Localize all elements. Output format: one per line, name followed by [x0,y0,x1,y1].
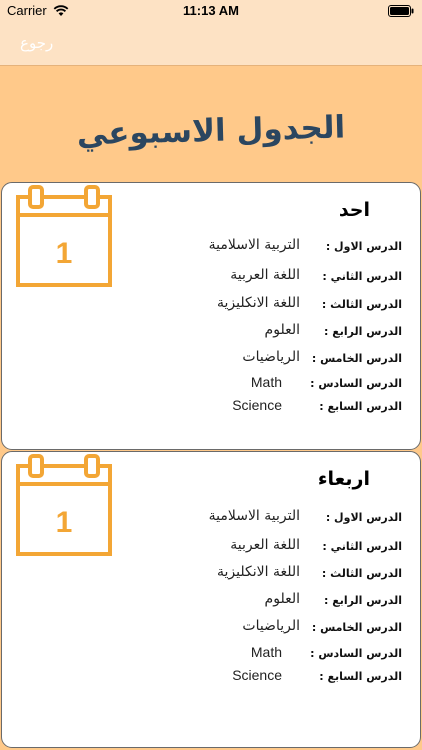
lesson-subject: التربية الاسلامية [208,237,300,253]
lesson-label: الدرس الاول : [325,511,402,524]
lesson-row: الدرس الرابع : العلوم [2,322,422,342]
lesson-label: الدرس الخامس : [311,352,402,365]
lesson-label: الدرس السابع : [319,400,402,413]
navigation-bar: رجوع [0,22,422,66]
page-title: الجدول الاسبوعي [76,109,346,153]
status-bar: Carrier 11:13 AM [0,0,422,22]
lesson-subject: الرياضيات [242,349,300,365]
lesson-subject: Science [232,667,282,683]
lesson-label: الدرس الرابع : [324,594,402,607]
lesson-label: الدرس الاول : [325,240,402,253]
lesson-row: الدرس الخامس : الرياضيات [2,618,422,638]
lesson-subject: اللغة العربية [230,537,300,553]
lesson-row: الدرس الثاني : اللغة العربية [2,267,422,287]
lesson-subject: الرياضيات [242,618,300,634]
lesson-subject: Science [232,397,282,413]
lesson-row: الدرس الاول : التربية الاسلامية [2,237,422,257]
lesson-label: الدرس الثالث : [321,567,402,580]
lesson-subject: Math [250,374,282,390]
clock: 11:13 AM [183,3,239,18]
lesson-row: الدرس الثاني : اللغة العربية [2,537,422,557]
lesson-row: الدرس السادس : Math [2,374,422,394]
day-name: احد [338,199,370,221]
lesson-row: الدرس الثالث : اللغة الانكليزية [2,564,422,584]
lesson-subject: اللغة الانكليزية [217,295,300,311]
lesson-label: الدرس الرابع : [324,325,402,338]
day-card-wednesday[interactable]: 1 اربعاء الدرس الاول : التربية الاسلامية… [1,451,421,748]
lesson-label: الدرس السادس : [310,377,402,390]
lesson-label: الدرس الثاني : [322,270,402,283]
lesson-row: الدرس الرابع : العلوم [2,591,422,611]
lesson-subject: اللغة الانكليزية [217,564,300,580]
lesson-subject: اللغة العربية [230,267,300,283]
lesson-label: الدرس السابع : [319,670,402,683]
back-button[interactable]: رجوع [20,34,53,52]
day-card-sunday[interactable]: 1 احد الدرس الاول : التربية الاسلامية ال… [1,182,421,450]
lesson-row: الدرس السابع : Science [2,667,422,687]
lesson-row: الدرس الثالث : اللغة الانكليزية [2,295,422,315]
lesson-label: الدرس الخامس : [311,621,402,634]
lesson-subject: Math [250,644,282,660]
lesson-row: الدرس الاول : التربية الاسلامية [2,508,422,528]
lesson-label: الدرس الثالث : [321,298,402,311]
day-name: اربعاء [317,468,370,490]
lesson-subject: العلوم [264,322,300,338]
battery-icon [388,5,414,17]
lesson-label: الدرس الثاني : [322,540,402,553]
lesson-label: الدرس السادس : [310,647,402,660]
lesson-row: الدرس الخامس : الرياضيات [2,349,422,369]
lesson-row: الدرس السابع : Science [2,397,422,417]
lesson-subject: التربية الاسلامية [208,508,300,524]
lesson-row: الدرس السادس : Math [2,644,422,664]
lesson-subject: العلوم [264,591,300,607]
